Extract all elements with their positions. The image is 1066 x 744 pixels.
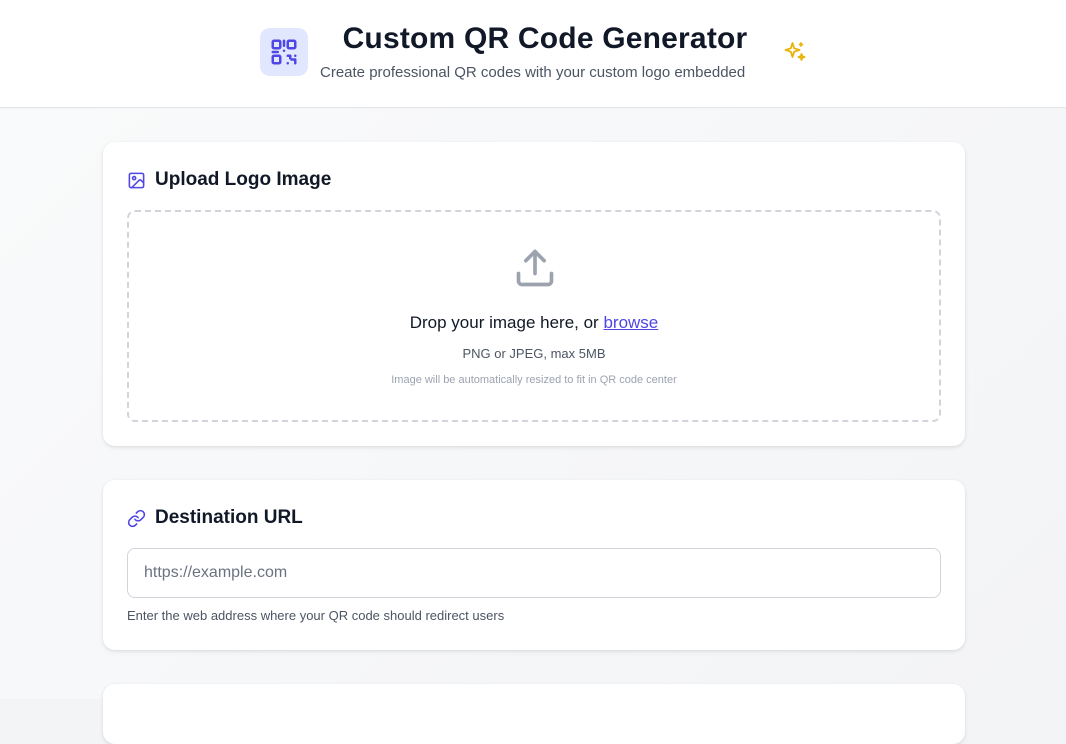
format-hint: PNG or JPEG, max 5MB bbox=[462, 346, 606, 361]
page-subtitle: Create professional QR codes with your c… bbox=[320, 64, 746, 81]
link-icon bbox=[127, 509, 155, 528]
main-content: Upload Logo Image Drop your image here, … bbox=[0, 109, 1066, 744]
app-header: Custom QR Code Generator Create professi… bbox=[0, 0, 1066, 108]
drop-text: Drop your image here, or bbox=[409, 313, 599, 332]
url-hint: Enter the web address where your QR code… bbox=[127, 608, 505, 623]
resize-hint: Image will be automatically resized to f… bbox=[391, 374, 677, 386]
destination-card-header: Destination URL bbox=[127, 507, 303, 529]
browse-link[interactable]: browse bbox=[603, 313, 658, 332]
drop-instructions: Drop your image here, or browse bbox=[129, 313, 939, 333]
page-title: Custom QR Code Generator bbox=[342, 22, 748, 55]
destination-card: Destination URL Enter the web address wh… bbox=[103, 480, 965, 650]
logo-dropzone[interactable]: Drop your image here, or browse PNG or J… bbox=[127, 210, 941, 422]
next-card bbox=[103, 684, 965, 744]
upload-card-title: Upload Logo Image bbox=[155, 169, 332, 190]
upload-icon bbox=[513, 246, 557, 290]
upload-card: Upload Logo Image Drop your image here, … bbox=[103, 142, 965, 446]
url-input[interactable] bbox=[127, 548, 941, 598]
image-icon bbox=[127, 171, 155, 190]
destination-card-title: Destination URL bbox=[155, 507, 303, 528]
upload-card-header: Upload Logo Image bbox=[127, 169, 331, 191]
sparkles-icon bbox=[783, 40, 807, 64]
